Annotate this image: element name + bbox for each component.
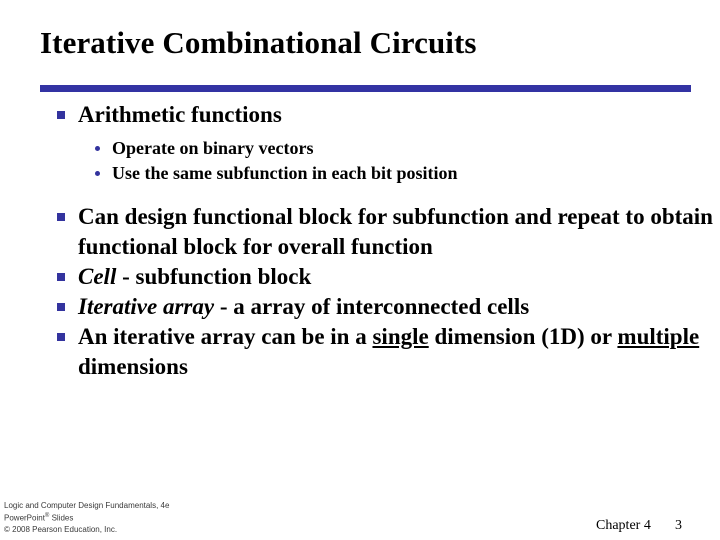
emphasis-multiple: multiple: [617, 324, 700, 349]
square-bullet-icon: [57, 213, 65, 221]
credit-line-powerpoint-slides: PowerPoint® Slides: [4, 511, 169, 524]
sub-bullet-item-use-the-same-subfunction: Use the same subfunction in each bit pos…: [0, 161, 720, 186]
sub-bullet-text: Operate on binary vectors: [112, 138, 314, 158]
bullet-text: Can design functional block for subfunct…: [78, 204, 713, 259]
credit-line-book-title: Logic and Computer Design Fundamentals, …: [4, 501, 170, 510]
bullet-item-iterative-array: Iterative array - a array of interconnec…: [0, 292, 720, 322]
slide-canvas: Iterative Combinational Circuits Arithme…: [0, 0, 720, 540]
bullet-item-iterative-array-dimensions: An iterative array can be in a single di…: [0, 322, 720, 382]
bullet-text: An iterative array can be in a: [78, 324, 373, 349]
credit-slides-label: Slides: [49, 513, 74, 523]
bullet-term-cell: Cell: [78, 264, 117, 289]
bullet-item-cell-subfunction-block: Cell - subfunction block: [0, 262, 720, 292]
bullet-item-can-design-functional-block: Can design functional block for subfunct…: [0, 202, 720, 262]
credit-line-copyright: © 2008 Pearson Education, Inc.: [4, 524, 118, 534]
slide-body: Arithmetic functions Operate on binary v…: [0, 100, 720, 382]
dot-bullet-icon: [95, 171, 100, 176]
chapter-label: Chapter 4: [596, 518, 651, 533]
square-bullet-icon: [57, 111, 65, 119]
square-bullet-icon: [57, 303, 65, 311]
bullet-text: dimensions: [78, 354, 188, 379]
copyright-credits: Logic and Computer Design Fundamentals, …: [4, 500, 169, 535]
bullet-item-arithmetic-functions: Arithmetic functions: [0, 100, 720, 130]
dot-bullet-icon: [95, 146, 100, 151]
bullet-text: - a array of interconnected cells: [214, 294, 530, 319]
square-bullet-icon: [57, 273, 65, 281]
bullet-text: dimension (1D) or: [428, 324, 618, 349]
page-title: Iterative Combinational Circuits: [40, 25, 477, 60]
bullet-text: Arithmetic functions: [78, 102, 282, 127]
bullet-term-iterative-array: Iterative array: [78, 294, 215, 319]
credit-powerpoint-label: PowerPoint: [4, 513, 45, 523]
bullet-text: - subfunction block: [116, 264, 312, 289]
sub-bullet-text: Use the same subfunction in each bit pos…: [112, 163, 458, 183]
square-bullet-icon: [57, 333, 65, 341]
page-number: 3: [675, 518, 682, 533]
emphasis-single: single: [372, 324, 429, 349]
title-divider-rule: [40, 85, 691, 92]
sub-bullet-item-operate-on-binary-vectors: Operate on binary vectors: [0, 136, 720, 161]
